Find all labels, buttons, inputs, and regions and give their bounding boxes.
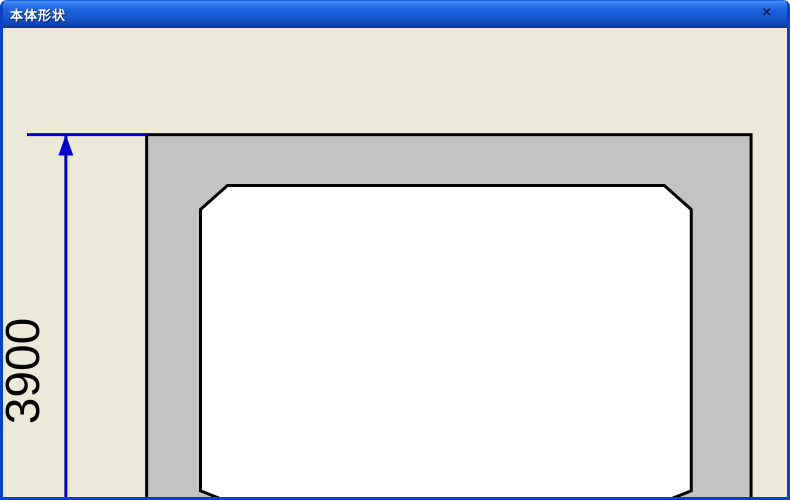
culvert-opening [198,184,693,497]
dialog-hontai-keijou: 本体形状 × 3900 5000 [0,0,790,500]
window-title: 本体形状 [10,8,67,23]
close-button[interactable]: × [762,4,783,24]
culvert-section-drawing: 3900 5000 [3,133,753,497]
close-icon: × [762,4,772,21]
height-dim-label: 3900 [3,318,50,424]
section-drawing-panel: 3900 5000 [3,0,787,497]
titlebar[interactable]: 本体形状 × [3,0,787,28]
